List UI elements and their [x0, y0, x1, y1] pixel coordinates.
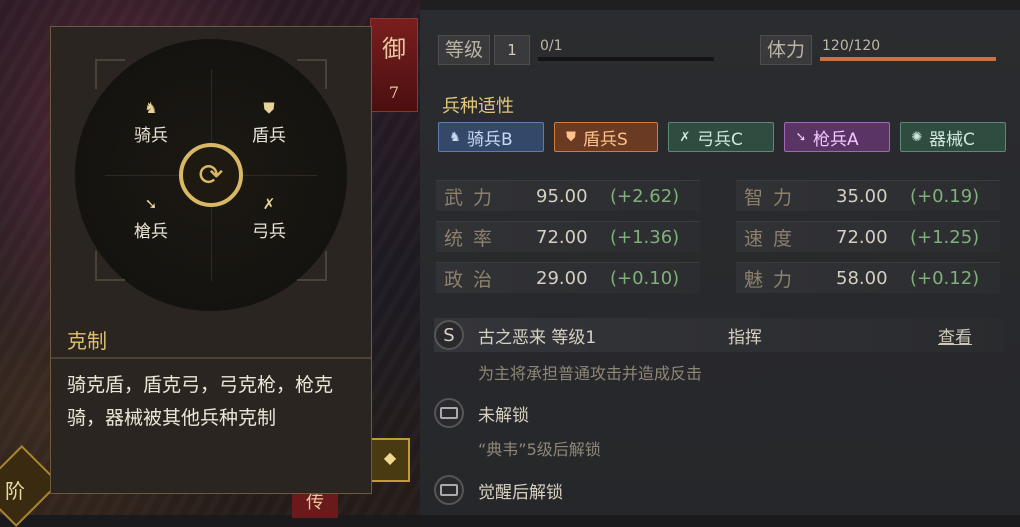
skill-main-name: 古之恶来 等级1	[478, 327, 597, 348]
stat-charm: 魅力 58.00 (+0.12)	[736, 262, 1000, 293]
stat-value: 72.00	[536, 226, 588, 248]
stamina-bar: 120/120	[820, 36, 997, 64]
skill-slot2-name: 未解锁	[478, 405, 529, 426]
counter-tooltip: ♞ 骑兵 ⛊ 盾兵 ➘ 槍兵 ✗ 弓兵 ⟳ 克制 骑克盾，盾克弓，弓克枪，枪克骑…	[50, 26, 372, 494]
stamina-fill	[820, 57, 997, 61]
aptitude-spear-label: 枪兵A	[813, 129, 859, 150]
wheel-unit-label: 槍兵	[134, 222, 168, 242]
aptitude-shield[interactable]: ⛊ 盾兵S	[554, 122, 658, 152]
aptitude-cavalry-label: 骑兵B	[467, 129, 513, 150]
defense-value: 7	[388, 82, 400, 102]
wheel-unit-bow: ✗ 弓兵	[239, 195, 299, 242]
bow-icon: ✗	[262, 195, 276, 213]
exp-track	[538, 57, 715, 61]
aptitude-bow[interactable]: ✗ 弓兵C	[668, 122, 774, 152]
skill-slot3-row[interactable]: 觉醒后解锁	[434, 473, 563, 507]
level-value: 1	[494, 35, 531, 65]
stat-name: 武力	[444, 186, 503, 209]
lock-icon	[434, 398, 464, 428]
aptitude-bow-label: 弓兵C	[697, 129, 743, 150]
exp-bar: 0/1	[538, 36, 715, 64]
stat-bonus: (+0.10)	[610, 267, 680, 289]
stat-bonus: (+1.25)	[910, 226, 980, 248]
stat-row: 统率 72.00 (+1.36) 速度 72.00 (+1.25)	[436, 221, 1006, 252]
shield-icon: ⛊	[263, 99, 275, 117]
stat-politics: 政治 29.00 (+0.10)	[436, 262, 700, 293]
wheel-icon: ✺	[911, 129, 923, 145]
stat-intelligence: 智力 35.00 (+0.19)	[736, 180, 1000, 211]
skill-slot2-row[interactable]: 未解锁	[434, 396, 529, 430]
stat-value: 58.00	[836, 267, 888, 289]
hex-badge[interactable]: ◆	[370, 438, 410, 482]
wheel-ornament	[95, 251, 125, 281]
aptitude-shield-label: 盾兵S	[583, 129, 628, 150]
stamina-text: 120/120	[822, 38, 881, 54]
stat-value: 35.00	[836, 185, 888, 207]
stat-bonus: (+0.12)	[910, 267, 980, 289]
stat-speed: 速度 72.00 (+1.25)	[736, 221, 1000, 252]
wheel-unit-label: 骑兵	[134, 126, 168, 146]
spear-icon: ➘	[795, 129, 807, 145]
wheel-ornament	[297, 251, 327, 281]
hex-badge-icon: ◆	[383, 448, 397, 467]
skill-slot2-hint: “典韦”5级后解锁	[478, 440, 601, 459]
stat-value: 72.00	[836, 226, 888, 248]
level-row: 等级 1 0/1	[438, 34, 715, 66]
stat-row: 政治 29.00 (+0.10) 魅力 58.00 (+0.12)	[436, 262, 1006, 293]
stat-name: 统率	[444, 227, 503, 250]
skill-main-type: 指挥	[728, 327, 762, 348]
spear-icon: ➘	[144, 195, 158, 213]
cycle-icon: ⟳	[179, 143, 243, 207]
skill-grade-icon: S	[434, 320, 464, 350]
stats-grid: 武力 95.00 (+2.62) 智力 35.00 (+0.19) 统率 72.…	[436, 180, 1006, 303]
exp-text: 0/1	[540, 38, 563, 54]
skill-slot3-name: 觉醒后解锁	[478, 482, 563, 503]
bow-icon: ✗	[679, 129, 691, 145]
stat-bonus: (+1.36)	[610, 226, 680, 248]
skill-view-link[interactable]: 查看	[938, 323, 972, 348]
defense-char: 御	[382, 34, 406, 63]
rank-badge-label[interactable]: 阶	[0, 475, 30, 504]
aptitude-title: 兵种适性	[442, 96, 514, 117]
hero-info-panel: 等级 1 0/1 体力 120/120 兵种适性 ♞ 骑兵B ⛊ 盾兵S ✗ 弓…	[420, 0, 1020, 515]
wheel-unit-shield: ⛊ 盾兵	[239, 99, 299, 146]
stat-force: 武力 95.00 (+2.62)	[436, 180, 700, 211]
stat-value: 95.00	[536, 185, 588, 207]
stat-row: 武力 95.00 (+2.62) 智力 35.00 (+0.19)	[436, 180, 1006, 211]
aptitude-list: ♞ 骑兵B ⛊ 盾兵S ✗ 弓兵C ➘ 枪兵A ✺ 器械C	[438, 122, 1006, 152]
skill-main-desc: 为主将承担普通攻击并造成反击	[478, 364, 703, 383]
stat-name: 政治	[444, 268, 503, 291]
wheel-unit-spear: ➘ 槍兵	[121, 195, 181, 242]
shield-icon: ⛊	[566, 129, 576, 145]
stamina-row: 体力 120/120	[760, 34, 997, 66]
aptitude-cavalry[interactable]: ♞ 骑兵B	[438, 122, 544, 152]
horse-icon: ♞	[144, 99, 158, 117]
stat-name: 速度	[744, 227, 803, 250]
tooltip-title: 克制	[67, 329, 107, 353]
stat-bonus: (+0.19)	[910, 185, 980, 207]
stamina-label: 体力	[760, 35, 813, 65]
wheel-ornament	[297, 59, 327, 89]
lock-icon	[434, 475, 464, 505]
defense-badge: 御 7	[370, 18, 418, 112]
tooltip-divider	[51, 357, 371, 359]
wheel-unit-label: 弓兵	[252, 222, 286, 242]
panel-top-strip	[420, 0, 1020, 10]
tooltip-body: 骑克盾，盾克弓，弓克枪，枪克骑，器械被其他兵种克制	[67, 374, 334, 429]
stat-name: 魅力	[744, 268, 803, 291]
stat-bonus: (+2.62)	[610, 185, 680, 207]
skill-main-row[interactable]: S 古之恶来 等级1 指挥 查看	[434, 318, 1004, 352]
aptitude-spear[interactable]: ➘ 枪兵A	[784, 122, 890, 152]
horse-icon: ♞	[449, 129, 461, 145]
aptitude-machine[interactable]: ✺ 器械C	[900, 122, 1006, 152]
wheel-ornament	[95, 59, 125, 89]
wheel-unit-label: 盾兵	[252, 126, 286, 146]
stat-command: 统率 72.00 (+1.36)	[436, 221, 700, 252]
wheel-unit-cavalry: ♞ 骑兵	[121, 99, 181, 146]
level-label: 等级	[438, 35, 491, 65]
stat-value: 29.00	[536, 267, 588, 289]
aptitude-machine-label: 器械C	[929, 129, 975, 150]
stat-name: 智力	[744, 186, 803, 209]
counter-wheel: ♞ 骑兵 ⛊ 盾兵 ➘ 槍兵 ✗ 弓兵 ⟳	[75, 39, 347, 311]
